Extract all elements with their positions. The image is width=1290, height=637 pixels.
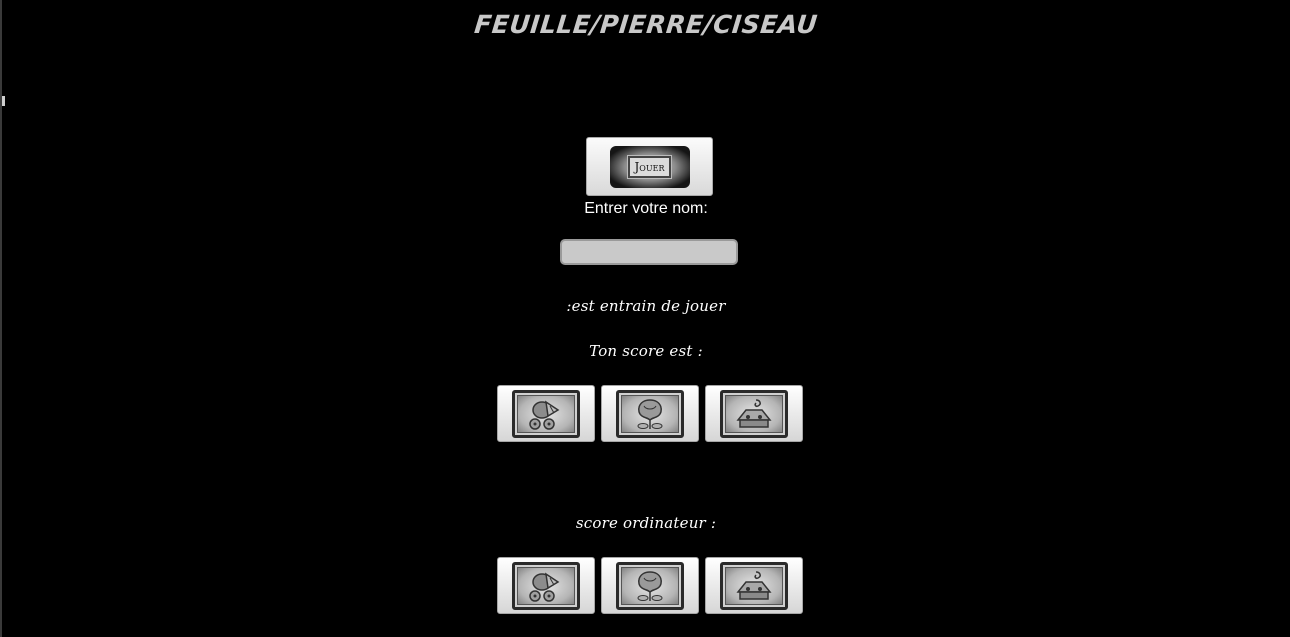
player-rock-button[interactable]	[601, 385, 699, 442]
scissors-card-icon	[720, 561, 788, 610]
player-scissors-button[interactable]	[705, 385, 803, 442]
computer-score-text: score ordinateur :	[575, 514, 717, 532]
name-prompt-label: Entrer votre nom:	[584, 200, 708, 217]
player-choice-row	[497, 385, 803, 442]
edge-marker	[2, 96, 5, 106]
play-button-label: Jouer	[626, 154, 673, 179]
player-score-text: Ton score est :	[589, 342, 703, 360]
rock-card-icon	[616, 561, 684, 610]
rock-card-icon	[616, 389, 684, 438]
computer-leaf-button[interactable]	[497, 557, 595, 614]
leaf-card-icon	[512, 561, 580, 610]
leaf-card-icon	[512, 389, 580, 438]
game-title: FEUILLE/PIERRE/CISEAU	[472, 10, 820, 39]
computer-scissors-button[interactable]	[705, 557, 803, 614]
playing-status-text: :est entrain de jouer	[566, 297, 726, 315]
name-input[interactable]	[560, 239, 738, 265]
play-button-plate: Jouer	[609, 145, 690, 188]
scissors-card-icon	[720, 389, 788, 438]
play-button[interactable]: Jouer	[586, 137, 713, 196]
computer-choice-row	[497, 557, 803, 614]
computer-rock-button[interactable]	[601, 557, 699, 614]
player-leaf-button[interactable]	[497, 385, 595, 442]
